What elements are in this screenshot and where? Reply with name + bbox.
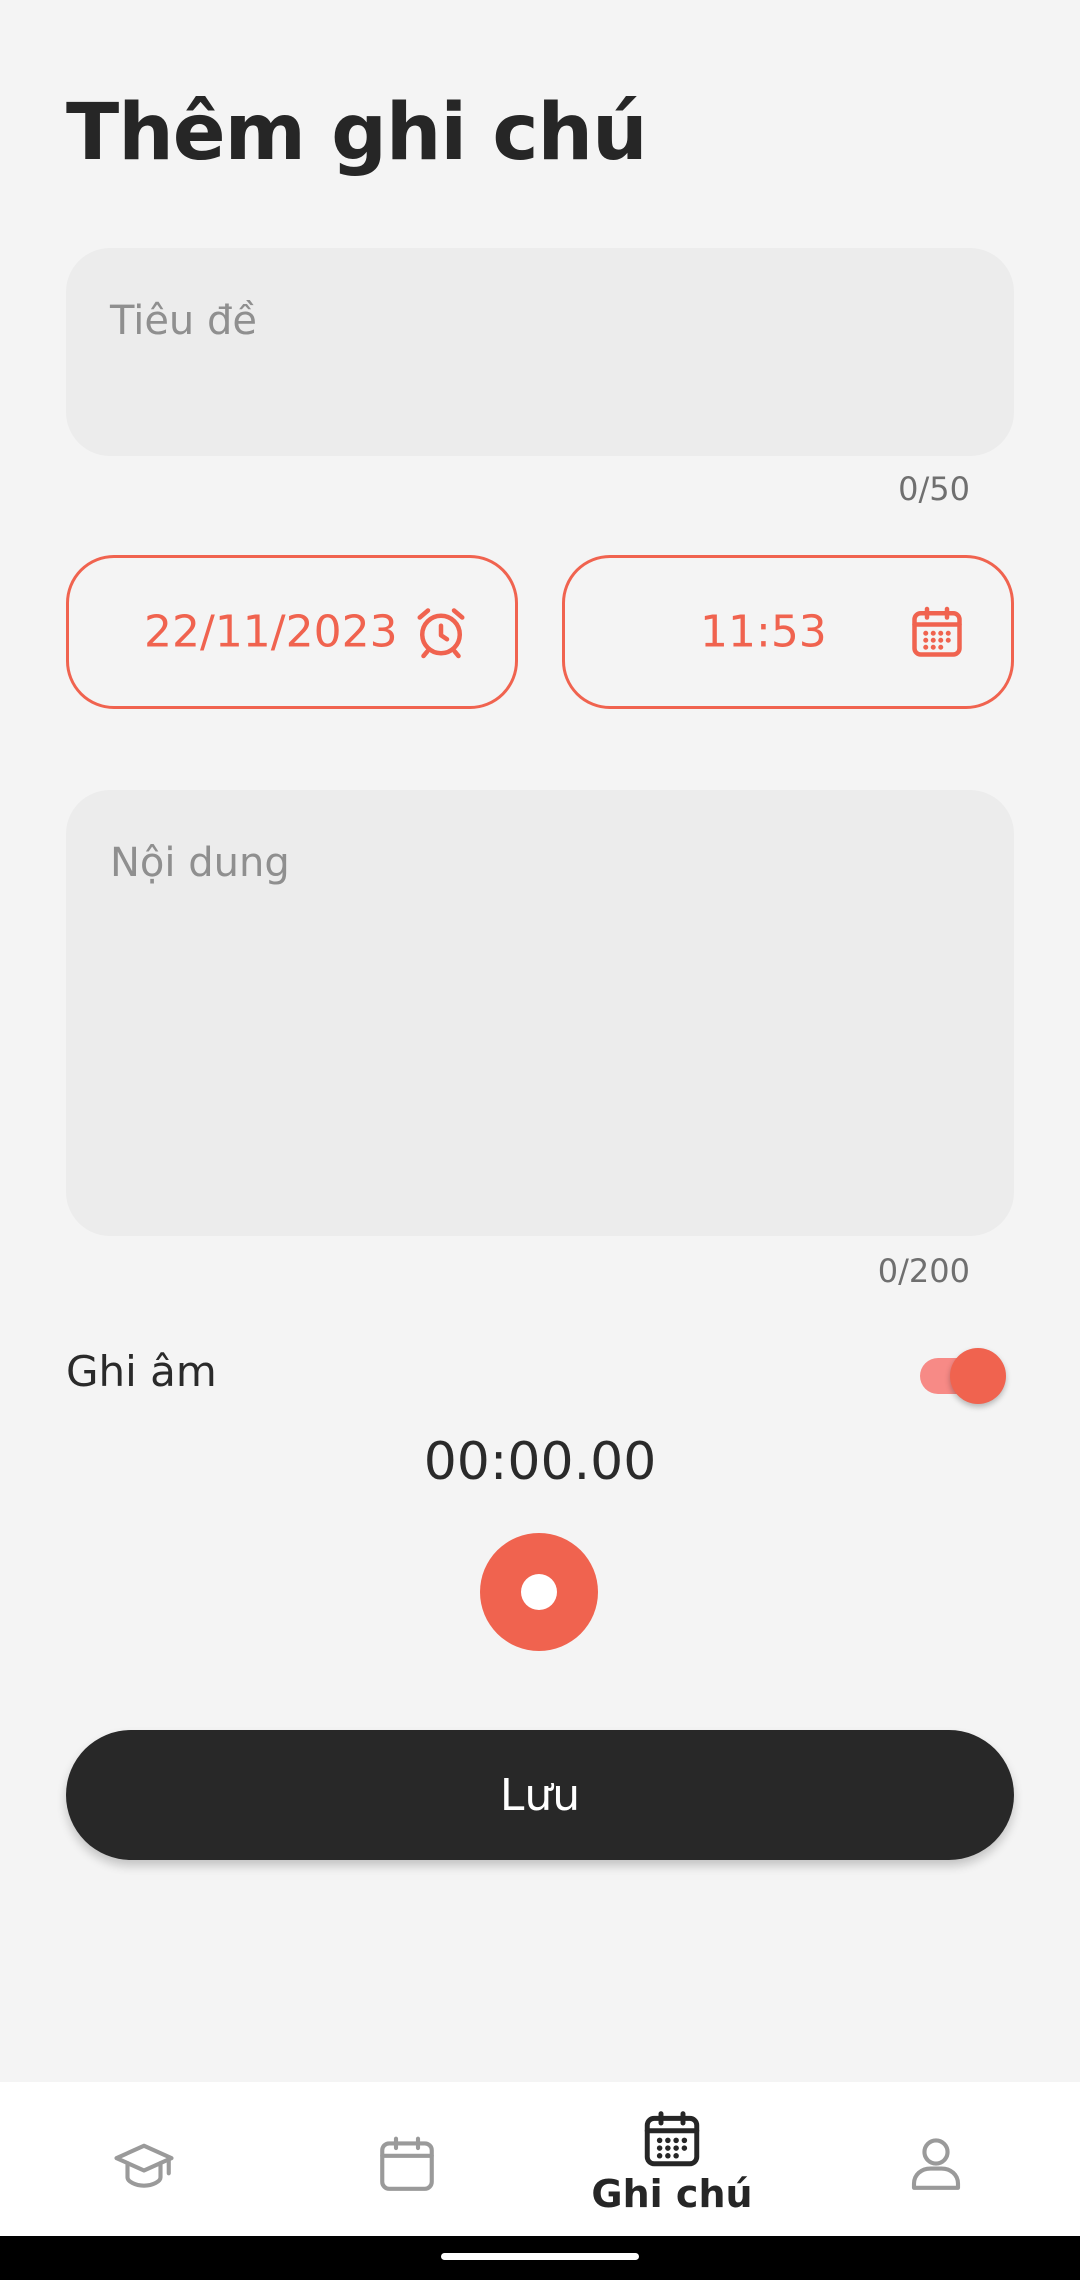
calendar-icon xyxy=(380,2136,434,2191)
title-char-counter: 0/50 xyxy=(898,470,970,508)
date-picker-button[interactable]: 22/11/2023 xyxy=(66,555,518,709)
toggle-thumb xyxy=(950,1348,1006,1404)
user-icon xyxy=(911,2138,961,2190)
time-picker-button[interactable]: 11:53 xyxy=(562,555,1014,709)
title-input[interactable]: Tiêu đề xyxy=(66,248,1014,456)
calendar-icon xyxy=(912,606,962,657)
title-placeholder: Tiêu đề xyxy=(110,298,257,344)
graduation-cap-icon xyxy=(114,2143,174,2188)
page-title: Thêm ghi chú xyxy=(66,88,648,178)
content-input[interactable]: Nội dung xyxy=(66,790,1014,1236)
record-button[interactable] xyxy=(480,1533,598,1651)
content-placeholder: Nội dung xyxy=(110,840,290,886)
nav-item-courses[interactable] xyxy=(7,2082,277,2236)
record-dot-icon xyxy=(521,1574,557,1610)
date-value: 22/11/2023 xyxy=(144,606,398,658)
recording-toggle[interactable] xyxy=(916,1348,1006,1404)
save-button[interactable]: Lưu xyxy=(66,1730,1014,1860)
nav-item-calendar[interactable] xyxy=(272,2082,542,2236)
home-indicator[interactable] xyxy=(441,2253,639,2260)
calendar-grid-icon xyxy=(644,2111,700,2167)
system-navigation-bar xyxy=(0,2236,1080,2280)
nav-item-profile[interactable] xyxy=(802,2082,1072,2236)
nav-label-notes: Ghi chú xyxy=(591,2172,753,2216)
alarm-clock-icon xyxy=(417,608,465,659)
nav-item-notes[interactable]: Ghi chú xyxy=(537,2082,807,2236)
recording-label: Ghi âm xyxy=(66,1347,217,1396)
time-value: 11:53 xyxy=(700,606,827,658)
content-char-counter: 0/200 xyxy=(877,1252,970,1290)
bottom-navigation: Ghi chú xyxy=(0,2082,1080,2236)
recording-timer: 00:00.00 xyxy=(423,1432,657,1492)
